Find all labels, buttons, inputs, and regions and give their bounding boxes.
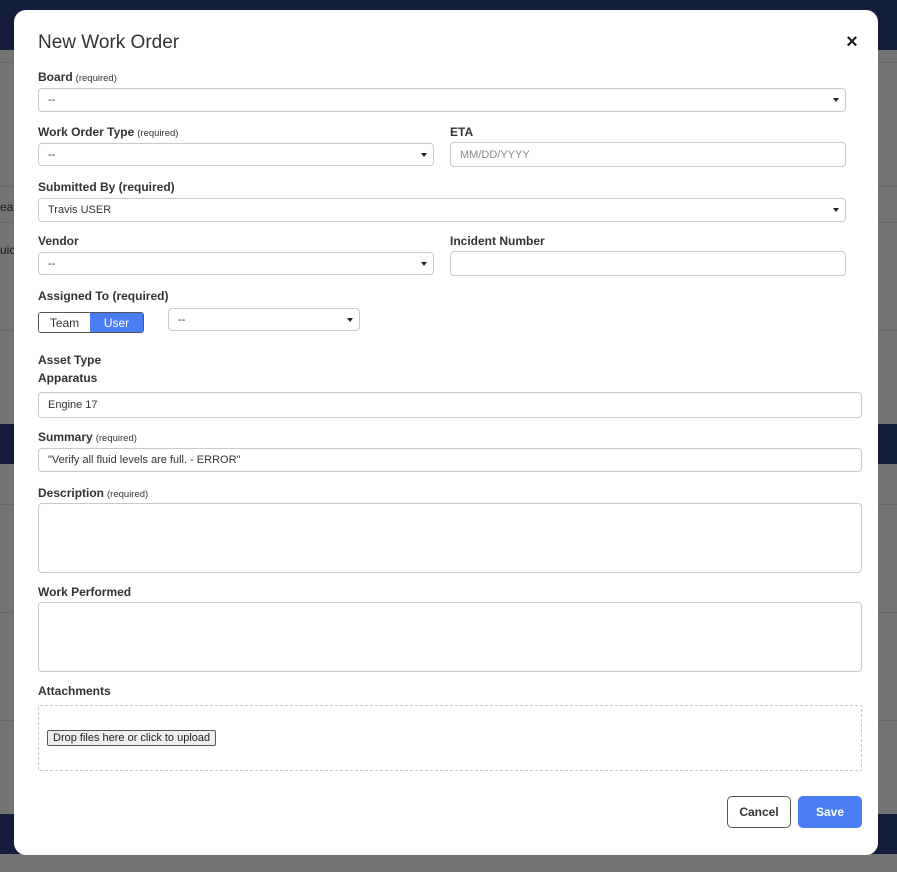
work-order-type-select[interactable]: --: [38, 143, 434, 166]
vendor-select[interactable]: --: [38, 252, 434, 275]
caret-down-icon: [421, 261, 427, 266]
vendor-label: Vendor: [38, 234, 79, 248]
attachments-dropzone[interactable]: Drop files here or click to upload: [38, 705, 862, 771]
caret-down-icon: [347, 317, 353, 322]
summary-label: Summary (required): [38, 430, 137, 444]
submitted-by-label: Submitted By (required): [38, 180, 175, 194]
apparatus-input[interactable]: Engine 17: [38, 392, 862, 418]
attachments-label: Attachments: [38, 684, 111, 698]
modal-title: New Work Order: [38, 32, 180, 53]
eta-label: ETA: [450, 125, 474, 139]
work-order-type-label: Work Order Type (required): [38, 125, 179, 139]
assignee-select[interactable]: --: [168, 308, 360, 331]
summary-value: "Verify all fluid levels are full. - ERR…: [48, 454, 241, 466]
incident-number-label: Incident Number: [450, 234, 545, 248]
caret-down-icon: [833, 208, 839, 212]
close-icon[interactable]: ×: [842, 32, 862, 52]
eta-placeholder: MM/DD/YYYY: [460, 148, 530, 161]
board-select-value: --: [48, 94, 56, 106]
assignee-value: --: [178, 313, 186, 326]
work-order-type-value: --: [48, 148, 56, 161]
summary-input[interactable]: "Verify all fluid levels are full. - ERR…: [38, 448, 862, 472]
assigned-to-label: Assigned To (required): [38, 289, 169, 303]
eta-input[interactable]: MM/DD/YYYY: [450, 142, 846, 167]
description-label: Description (required): [38, 486, 149, 500]
apparatus-label: Apparatus: [38, 371, 98, 385]
caret-down-icon: [421, 152, 427, 157]
assigned-to-user-option[interactable]: User: [90, 313, 143, 332]
apparatus-value: Engine 17: [48, 399, 98, 411]
work-performed-label: Work Performed: [38, 585, 132, 599]
assigned-to-toggle: Team User: [38, 312, 144, 333]
new-work-order-modal: New Work Order × Board (required) -- Work…: [14, 10, 878, 855]
board-select[interactable]: --: [38, 88, 846, 112]
caret-down-icon: [833, 98, 839, 102]
asset-type-label: Asset Type: [38, 353, 102, 367]
work-performed-textarea[interactable]: [38, 602, 862, 672]
upload-button[interactable]: Drop files here or click to upload: [47, 730, 217, 746]
cancel-button[interactable]: Cancel: [727, 796, 791, 828]
save-button[interactable]: Save: [798, 796, 862, 828]
submitted-by-value: Travis USER: [48, 204, 112, 216]
vendor-value: --: [48, 257, 56, 270]
board-label: Board (required): [38, 70, 117, 84]
assigned-to-team-option[interactable]: Team: [39, 313, 90, 332]
incident-number-input[interactable]: [450, 251, 846, 276]
submitted-by-select[interactable]: Travis USER: [38, 198, 846, 222]
description-textarea[interactable]: [38, 503, 862, 573]
